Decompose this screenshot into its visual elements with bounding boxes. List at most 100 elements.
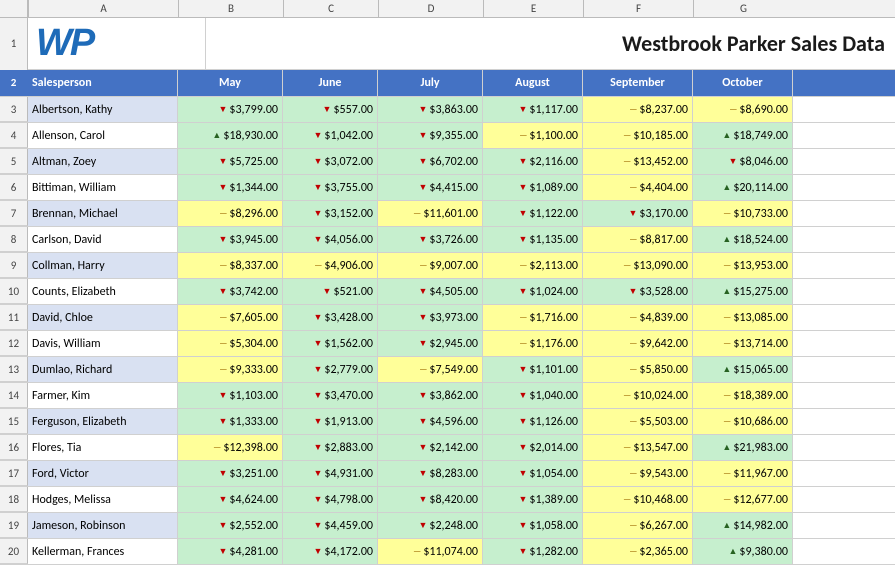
header-salesperson: Salesperson bbox=[28, 70, 178, 96]
cell: —$1,716.00 bbox=[483, 305, 583, 330]
col-header-d: D bbox=[378, 0, 483, 17]
cell: ▼$3,755.00 bbox=[283, 175, 378, 200]
cell: ▼$1,042.00 bbox=[283, 123, 378, 148]
row-num: 13 bbox=[0, 357, 28, 382]
cell: ▼$3,072.00 bbox=[283, 149, 378, 174]
name-cell: David, Chloe bbox=[28, 305, 178, 330]
cell: ▲$9,380.00 bbox=[693, 539, 793, 564]
name-cell: Bittiman, William bbox=[28, 175, 178, 200]
row-num: 5 bbox=[0, 149, 28, 174]
table-row: 18 Hodges, Melissa ▼$4,624.00 ▼$4,798.00… bbox=[0, 487, 895, 513]
cell: ▼$4,281.00 bbox=[178, 539, 283, 564]
name-cell: Jameson, Robinson bbox=[28, 513, 178, 538]
cell: ▼$4,505.00 bbox=[378, 279, 483, 304]
cell: ▼$6,702.00 bbox=[378, 149, 483, 174]
col-header-e: E bbox=[483, 0, 583, 17]
cell: ▼$8,420.00 bbox=[378, 487, 483, 512]
name-cell: Carlson, David bbox=[28, 227, 178, 252]
cell: —$7,605.00 bbox=[178, 305, 283, 330]
cell: —$9,543.00 bbox=[583, 461, 693, 486]
cell: —$9,642.00 bbox=[583, 331, 693, 356]
cell: —$5,503.00 bbox=[583, 409, 693, 434]
name-cell: Collman, Harry bbox=[28, 253, 178, 278]
cell: —$10,468.00 bbox=[583, 487, 693, 512]
row-num: 14 bbox=[0, 383, 28, 408]
col-header-b: B bbox=[178, 0, 283, 17]
table-row: 13 Dumlao, Richard —$9,333.00 ▼$2,779.00… bbox=[0, 357, 895, 383]
cell: —$4,906.00 bbox=[283, 253, 378, 278]
header-row: 1 WP Westbrook Parker Sales Data bbox=[0, 18, 895, 70]
title-cell: Westbrook Parker Sales Data bbox=[206, 30, 895, 57]
cell: ▼$1,333.00 bbox=[178, 409, 283, 434]
cell: ▼$3,528.00 bbox=[583, 279, 693, 304]
cell: ▼$4,931.00 bbox=[283, 461, 378, 486]
cell: ▼$3,152.00 bbox=[283, 201, 378, 226]
table-row: 9 Collman, Harry —$8,337.00 —$4,906.00 —… bbox=[0, 253, 895, 279]
cell: —$10,185.00 bbox=[583, 123, 693, 148]
cell: —$9,007.00 bbox=[378, 253, 483, 278]
cell: —$6,267.00 bbox=[583, 513, 693, 538]
cell: —$11,074.00 bbox=[378, 539, 483, 564]
row-num-corner bbox=[0, 0, 28, 17]
cell: ▼$1,126.00 bbox=[483, 409, 583, 434]
cell: —$8,296.00 bbox=[178, 201, 283, 226]
cell: ▼$1,122.00 bbox=[483, 201, 583, 226]
cell: ▼$3,863.00 bbox=[378, 97, 483, 122]
cell: ▼$1,913.00 bbox=[283, 409, 378, 434]
row-num: 4 bbox=[0, 123, 28, 148]
cell: ▼$3,428.00 bbox=[283, 305, 378, 330]
cell: —$8,690.00 bbox=[693, 97, 793, 122]
table-row: 20 Kellerman, Frances ▼$4,281.00 ▼$4,172… bbox=[0, 539, 895, 565]
row-num: 16 bbox=[0, 435, 28, 460]
cell: ▼$1,135.00 bbox=[483, 227, 583, 252]
logo-cell: WP bbox=[28, 18, 206, 69]
cell: ▼$1,054.00 bbox=[483, 461, 583, 486]
name-cell: Ferguson, Elizabeth bbox=[28, 409, 178, 434]
name-cell: Hodges, Melissa bbox=[28, 487, 178, 512]
logo: WP bbox=[36, 22, 93, 65]
header-july: July bbox=[378, 70, 483, 96]
table-row: 4 Allenson, Carol ▲$18,930.00 ▼$1,042.00… bbox=[0, 123, 895, 149]
cell: ▲$21,983.00 bbox=[693, 435, 793, 460]
cell: ▼$3,862.00 bbox=[378, 383, 483, 408]
table-row: 8 Carlson, David ▼$3,945.00 ▼$4,056.00 ▼… bbox=[0, 227, 895, 253]
cell: —$11,601.00 bbox=[378, 201, 483, 226]
cell: ▼$3,799.00 bbox=[178, 97, 283, 122]
cell: ▼$1,562.00 bbox=[283, 331, 378, 356]
cell: ▼$4,415.00 bbox=[378, 175, 483, 200]
row-num: 9 bbox=[0, 253, 28, 278]
cell: —$12,677.00 bbox=[693, 487, 793, 512]
cell: ▼$1,282.00 bbox=[483, 539, 583, 564]
cell: ▼$2,779.00 bbox=[283, 357, 378, 382]
row-num: 12 bbox=[0, 331, 28, 356]
label-row: 2 Salesperson May June July August Septe… bbox=[0, 70, 895, 97]
cell: ▼$3,945.00 bbox=[178, 227, 283, 252]
cell: —$5,304.00 bbox=[178, 331, 283, 356]
cell: ▲$18,749.00 bbox=[693, 123, 793, 148]
table-row: 3 Albertson, Kathy ▼$3,799.00 ▼$557.00 ▼… bbox=[0, 97, 895, 123]
cell: —$1,100.00 bbox=[483, 123, 583, 148]
row-num-1: 1 bbox=[0, 18, 28, 70]
cell: ▲$18,524.00 bbox=[693, 227, 793, 252]
cell: —$12,398.00 bbox=[178, 435, 283, 460]
row-num: 19 bbox=[0, 513, 28, 538]
cell: —$18,389.00 bbox=[693, 383, 793, 408]
name-cell: Ford, Victor bbox=[28, 461, 178, 486]
cell: —$4,404.00 bbox=[583, 175, 693, 200]
header-october: October bbox=[693, 70, 793, 96]
table-row: 16 Flores, Tia —$12,398.00 ▼$2,883.00 ▼$… bbox=[0, 435, 895, 461]
header-september: September bbox=[583, 70, 693, 96]
cell: —$10,733.00 bbox=[693, 201, 793, 226]
table-row: 7 Brennan, Michael —$8,296.00 ▼$3,152.00… bbox=[0, 201, 895, 227]
cell: —$13,452.00 bbox=[583, 149, 693, 174]
cell: —$8,817.00 bbox=[583, 227, 693, 252]
cell: ▼$4,056.00 bbox=[283, 227, 378, 252]
spreadsheet-title: Westbrook Parker Sales Data bbox=[622, 30, 885, 57]
cell: ▼$3,170.00 bbox=[583, 201, 693, 226]
table-row: 17 Ford, Victor ▼$3,251.00 ▼$4,931.00 ▼$… bbox=[0, 461, 895, 487]
cell: ▼$4,798.00 bbox=[283, 487, 378, 512]
cell: ▼$8,046.00 bbox=[693, 149, 793, 174]
cell: ▲$18,930.00 bbox=[178, 123, 283, 148]
cell: —$10,024.00 bbox=[583, 383, 693, 408]
cell: ▼$2,142.00 bbox=[378, 435, 483, 460]
